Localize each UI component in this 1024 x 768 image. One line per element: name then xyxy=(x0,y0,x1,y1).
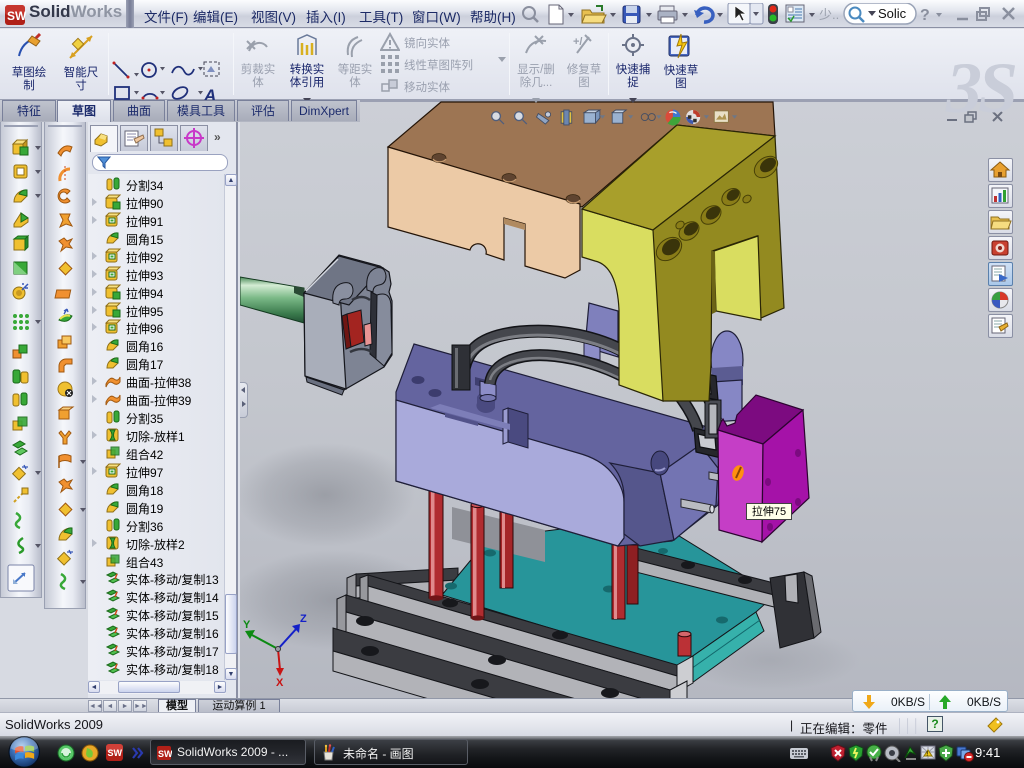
svg-text:?: ? xyxy=(920,7,930,24)
svg-text:+/: +/ xyxy=(573,36,582,48)
svg-text:X: X xyxy=(276,677,284,689)
svg-text:少..: 少.. xyxy=(819,7,839,22)
svg-text:Y: Y xyxy=(243,619,251,631)
svg-text:SW: SW xyxy=(108,748,123,758)
svg-text:Solic: Solic xyxy=(878,6,907,21)
svg-text:Z: Z xyxy=(300,613,307,625)
svg-text:SW: SW xyxy=(7,9,27,23)
svg-text:!: ! xyxy=(926,752,928,758)
svg-text:SW: SW xyxy=(158,749,172,759)
